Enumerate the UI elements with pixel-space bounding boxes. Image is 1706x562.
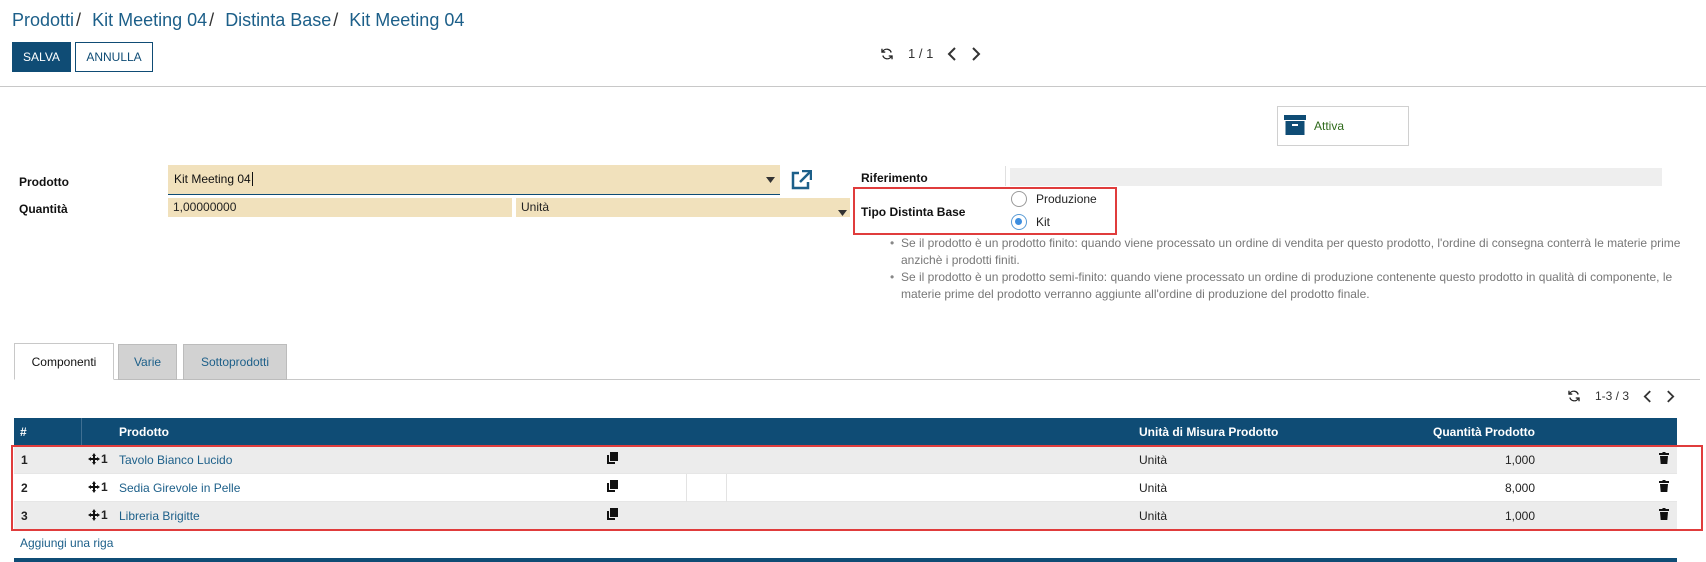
pager-value[interactable]: 1 / 1 <box>908 46 933 61</box>
divider <box>81 418 82 446</box>
breadcrumb-item-products[interactable]: Prodotti <box>12 10 74 30</box>
active-label: Attiva <box>1314 119 1345 133</box>
bom-type-option-label: Produzione <box>1036 192 1097 206</box>
column-header-product[interactable]: Prodotto <box>119 425 169 439</box>
tab-byproducts[interactable]: Sottoprodotti <box>183 344 287 380</box>
chevron-right-icon[interactable] <box>971 46 981 61</box>
breadcrumb-separator: / <box>333 10 339 30</box>
tab-misc[interactable]: Varie <box>118 344 177 380</box>
divider <box>0 86 1706 87</box>
bom-type-option-production[interactable]: Produzione <box>1011 191 1097 207</box>
breadcrumb: Prodotti / Kit Meeting 04/ Distinta Base /… <box>12 10 464 31</box>
list-pager: 1-3 / 3 <box>1567 389 1675 403</box>
chevron-right-icon[interactable] <box>1666 389 1675 403</box>
bom-type-option-label: Kit <box>1036 215 1051 229</box>
breadcrumb-separator: / <box>209 10 215 30</box>
quantity-input[interactable]: 1,00000000 <box>168 198 512 217</box>
breadcrumb-item-bom-list[interactable]: Distinta Base <box>225 10 331 30</box>
product-label: Prodotto <box>19 175 69 189</box>
record-pager: 1 / 1 <box>880 46 981 61</box>
tab-components[interactable]: Componenti <box>14 343 114 380</box>
refresh-icon[interactable] <box>1567 389 1581 403</box>
add-line-link[interactable]: Aggiungi una riga <box>20 536 113 550</box>
list-pager-value[interactable]: 1-3 / 3 <box>1595 389 1629 403</box>
active-toggle-button[interactable]: Attiva <box>1277 106 1409 146</box>
column-header-uom[interactable]: Unità di Misura Prodotto <box>1139 425 1278 439</box>
discard-button[interactable]: ANNULLA <box>75 42 153 72</box>
refresh-icon[interactable] <box>880 47 894 61</box>
column-header-quantity[interactable]: Quantità Prodotto <box>1433 425 1535 439</box>
reference-input[interactable] <box>1010 168 1662 186</box>
radio-button-selected[interactable] <box>1011 214 1027 230</box>
radio-button[interactable] <box>1011 191 1027 207</box>
product-value: Kit Meeting 04 <box>174 172 251 186</box>
uom-value: Unità <box>521 200 550 214</box>
column-header-seq[interactable]: # <box>20 425 27 439</box>
breadcrumb-item-current: Kit Meeting 04 <box>349 10 465 30</box>
product-input[interactable]: Kit Meeting 04 <box>168 165 780 195</box>
uom-select[interactable]: Unità <box>516 198 850 217</box>
caret-down-icon[interactable] <box>838 205 847 219</box>
bom-type-help: Se il prodotto è un prodotto finito: qua… <box>890 235 1700 303</box>
caret-down-icon[interactable] <box>766 172 775 186</box>
quantity-label: Quantità <box>19 202 68 216</box>
help-item: Se il prodotto è un prodotto finito: qua… <box>890 235 1700 269</box>
divider <box>1005 166 1006 186</box>
rows-highlight <box>11 445 1703 531</box>
text-cursor <box>251 172 253 186</box>
chevron-left-icon[interactable] <box>1643 389 1652 403</box>
external-link-icon[interactable] <box>790 169 813 193</box>
bom-type-label: Tipo Distinta Base <box>861 205 966 219</box>
table-header: # Prodotto Quantità Prodotto Unità di Mi… <box>14 418 1677 446</box>
reference-label: Riferimento <box>861 171 928 185</box>
breadcrumb-item-product[interactable]: Kit Meeting 04 <box>92 10 207 30</box>
save-button[interactable]: SALVA <box>12 42 71 72</box>
help-item: Se il prodotto è un prodotto semi-finito… <box>890 269 1700 303</box>
archive-icon <box>1284 114 1306 138</box>
bom-type-option-kit[interactable]: Kit <box>1011 214 1050 230</box>
breadcrumb-separator: / <box>76 10 82 30</box>
chevron-left-icon[interactable] <box>947 46 957 61</box>
table-footer <box>14 558 1677 562</box>
